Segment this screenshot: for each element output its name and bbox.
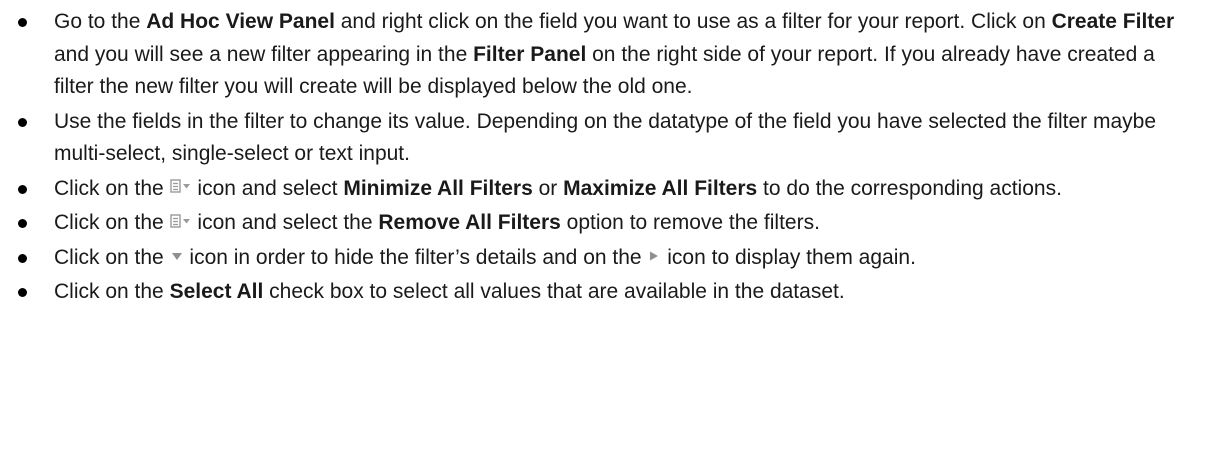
list-item: Click on the Select All check box to sel… — [0, 276, 1210, 309]
item-text: or — [532, 176, 564, 200]
item-text: to do the corresponding actions. — [757, 176, 1062, 200]
item-text: check box to select all values that are … — [263, 280, 845, 303]
bullet-point — [18, 253, 27, 263]
item-text: icon and select — [191, 176, 344, 200]
bullet-point — [18, 117, 27, 127]
list-item: Use the fields in the filter to change i… — [0, 106, 1210, 171]
item-text: Click on the — [54, 245, 170, 269]
item-text: Click on the — [54, 176, 170, 200]
item-text: Click on the — [54, 280, 170, 303]
list-item: Click on the icon in order to hide the f… — [0, 242, 1210, 275]
bold-term: Minimize All Filters — [343, 176, 533, 200]
bullet-point — [18, 184, 27, 194]
bold-term: Create Filter — [1051, 10, 1175, 33]
bold-term: Maximize All Filters — [563, 176, 758, 200]
item-text: icon and select the — [191, 211, 379, 234]
item-text: Go to the — [54, 10, 147, 33]
bold-term: Select All — [169, 280, 264, 303]
item-text: option to remove the filters. — [560, 211, 820, 234]
triangle-down-icon — [170, 250, 184, 262]
list-item: Go to the Ad Hoc View Panel and right cl… — [0, 0, 1210, 104]
document-body: Go to the Ad Hoc View Panel and right cl… — [0, 0, 1210, 309]
list-item: Click on the icon and select Minimize Al… — [0, 173, 1210, 206]
instruction-list: Go to the Ad Hoc View Panel and right cl… — [0, 0, 1210, 309]
bold-term: Filter Panel — [473, 42, 587, 66]
bold-term: Remove All Filters — [378, 211, 561, 234]
panel-menu-icon — [169, 179, 192, 194]
item-text: Click on the — [54, 211, 170, 234]
triangle-right-icon — [647, 250, 661, 262]
item-text: icon in order to hide the filter’s detai… — [183, 245, 648, 269]
bullet-point — [18, 18, 27, 27]
item-text: and you will see a new filter appearing … — [54, 42, 474, 66]
item-text: icon to display them again. — [661, 245, 916, 269]
bullet-point — [18, 288, 27, 297]
item-text: and right click on the field you want to… — [334, 10, 1052, 33]
bullet-point — [18, 219, 27, 228]
item-text: Use the fields in the filter to change i… — [54, 109, 1157, 166]
bold-term: Ad Hoc View Panel — [146, 10, 335, 33]
list-item: Click on the icon and select the Remove … — [0, 207, 1210, 240]
panel-menu-icon — [169, 214, 192, 229]
